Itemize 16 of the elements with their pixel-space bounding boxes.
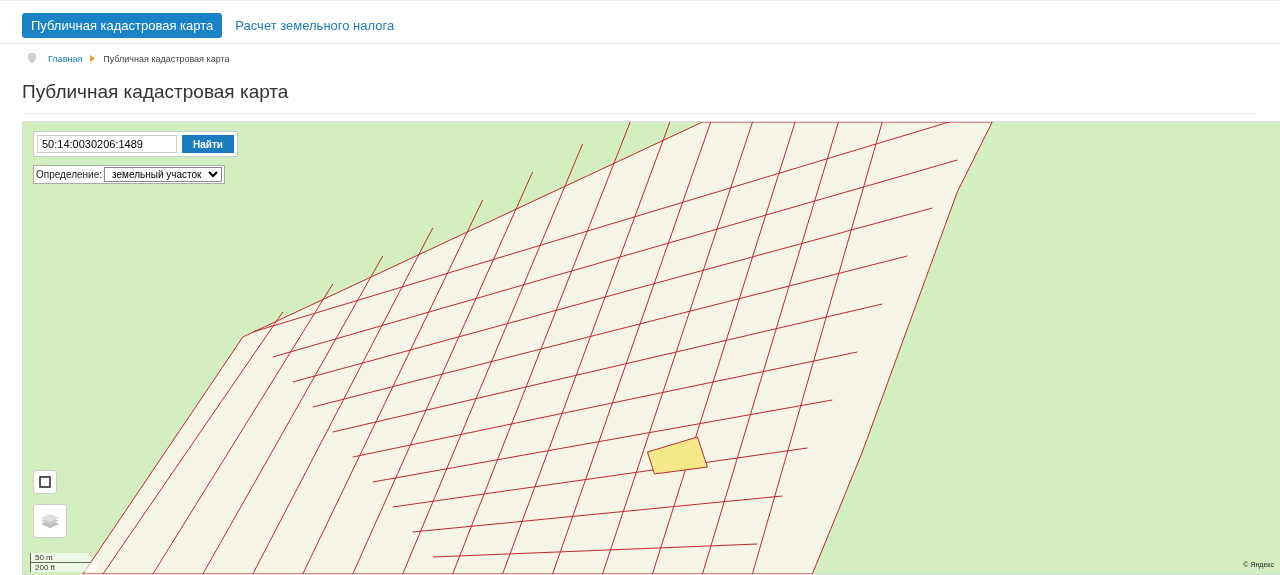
breadcrumb-current: Публичная кадастровая карта (103, 53, 230, 64)
scale-label: 50 m (30, 553, 91, 563)
breadcrumb-link[interactable]: Главная (48, 53, 83, 64)
chevron-icon (90, 55, 96, 62)
definition-label: Определение: (36, 169, 102, 180)
nav-tab[interactable]: Расчет земельного налога (226, 13, 404, 38)
scale-label: 200 ft (30, 563, 97, 572)
find-button[interactable]: Найти (182, 135, 234, 153)
fullscreen-button[interactable] (33, 470, 57, 494)
page-title: Публичная кадастровая карта (22, 81, 1258, 114)
nav-tab[interactable]: Публичная кадастровая карта (22, 13, 223, 38)
cadastral-number-field[interactable]: 50:14:0030206:1489 (37, 135, 177, 153)
frame-icon (39, 476, 51, 488)
layers-icon (40, 512, 60, 530)
location-pin-icon (28, 53, 36, 64)
definition-dropdown[interactable]: земельный участок (104, 167, 222, 182)
